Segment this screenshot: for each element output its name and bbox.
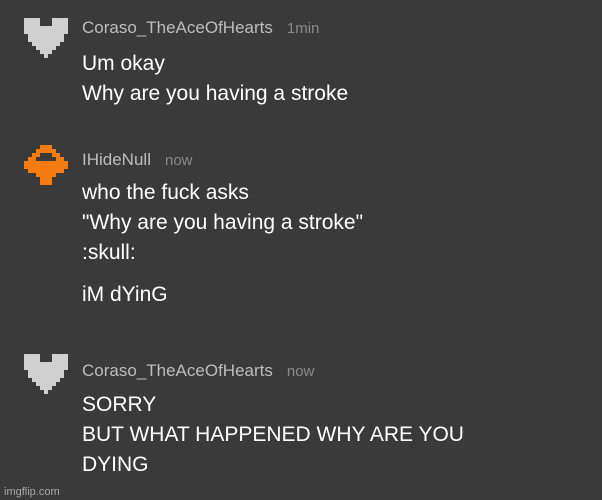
message-line: Um okay	[82, 52, 165, 75]
pixel-diamond-icon[interactable]	[24, 145, 68, 189]
username[interactable]: IHideNull	[82, 150, 151, 169]
message-line: who the fuck asks	[82, 181, 249, 204]
message-line: iM dYinG	[82, 283, 168, 306]
message-body: who the fuck asks "Why are you having a …	[82, 178, 363, 310]
message-line: BUT WHAT HAPPENED WHY ARE YOU	[82, 423, 464, 446]
username[interactable]: Coraso_TheAceOfHearts	[82, 361, 273, 380]
message-header: Coraso_TheAceOfHearts 1min	[82, 18, 319, 38]
message-line: Why are you having a stroke	[82, 82, 349, 105]
timestamp: 1min	[286, 20, 320, 37]
message-body: SORRY BUT WHAT HAPPENED WHY ARE YOU DYIN…	[82, 390, 464, 480]
message-body: Um okay Why are you having a stroke	[82, 49, 348, 109]
watermark: imgflip.com	[4, 486, 60, 498]
message-line: SORRY	[82, 393, 157, 416]
pixel-heart-icon[interactable]	[24, 352, 68, 396]
timestamp: now	[286, 363, 315, 380]
message-line: DYING	[82, 453, 149, 476]
message-header: Coraso_TheAceOfHearts now	[82, 361, 314, 381]
message-header: IHideNull now	[82, 150, 193, 170]
timestamp: now	[164, 152, 193, 169]
message-line: :skull:	[82, 241, 136, 264]
message-line: "Why are you having a stroke"	[82, 211, 364, 234]
username[interactable]: Coraso_TheAceOfHearts	[82, 18, 273, 37]
pixel-heart-icon[interactable]	[24, 16, 68, 60]
